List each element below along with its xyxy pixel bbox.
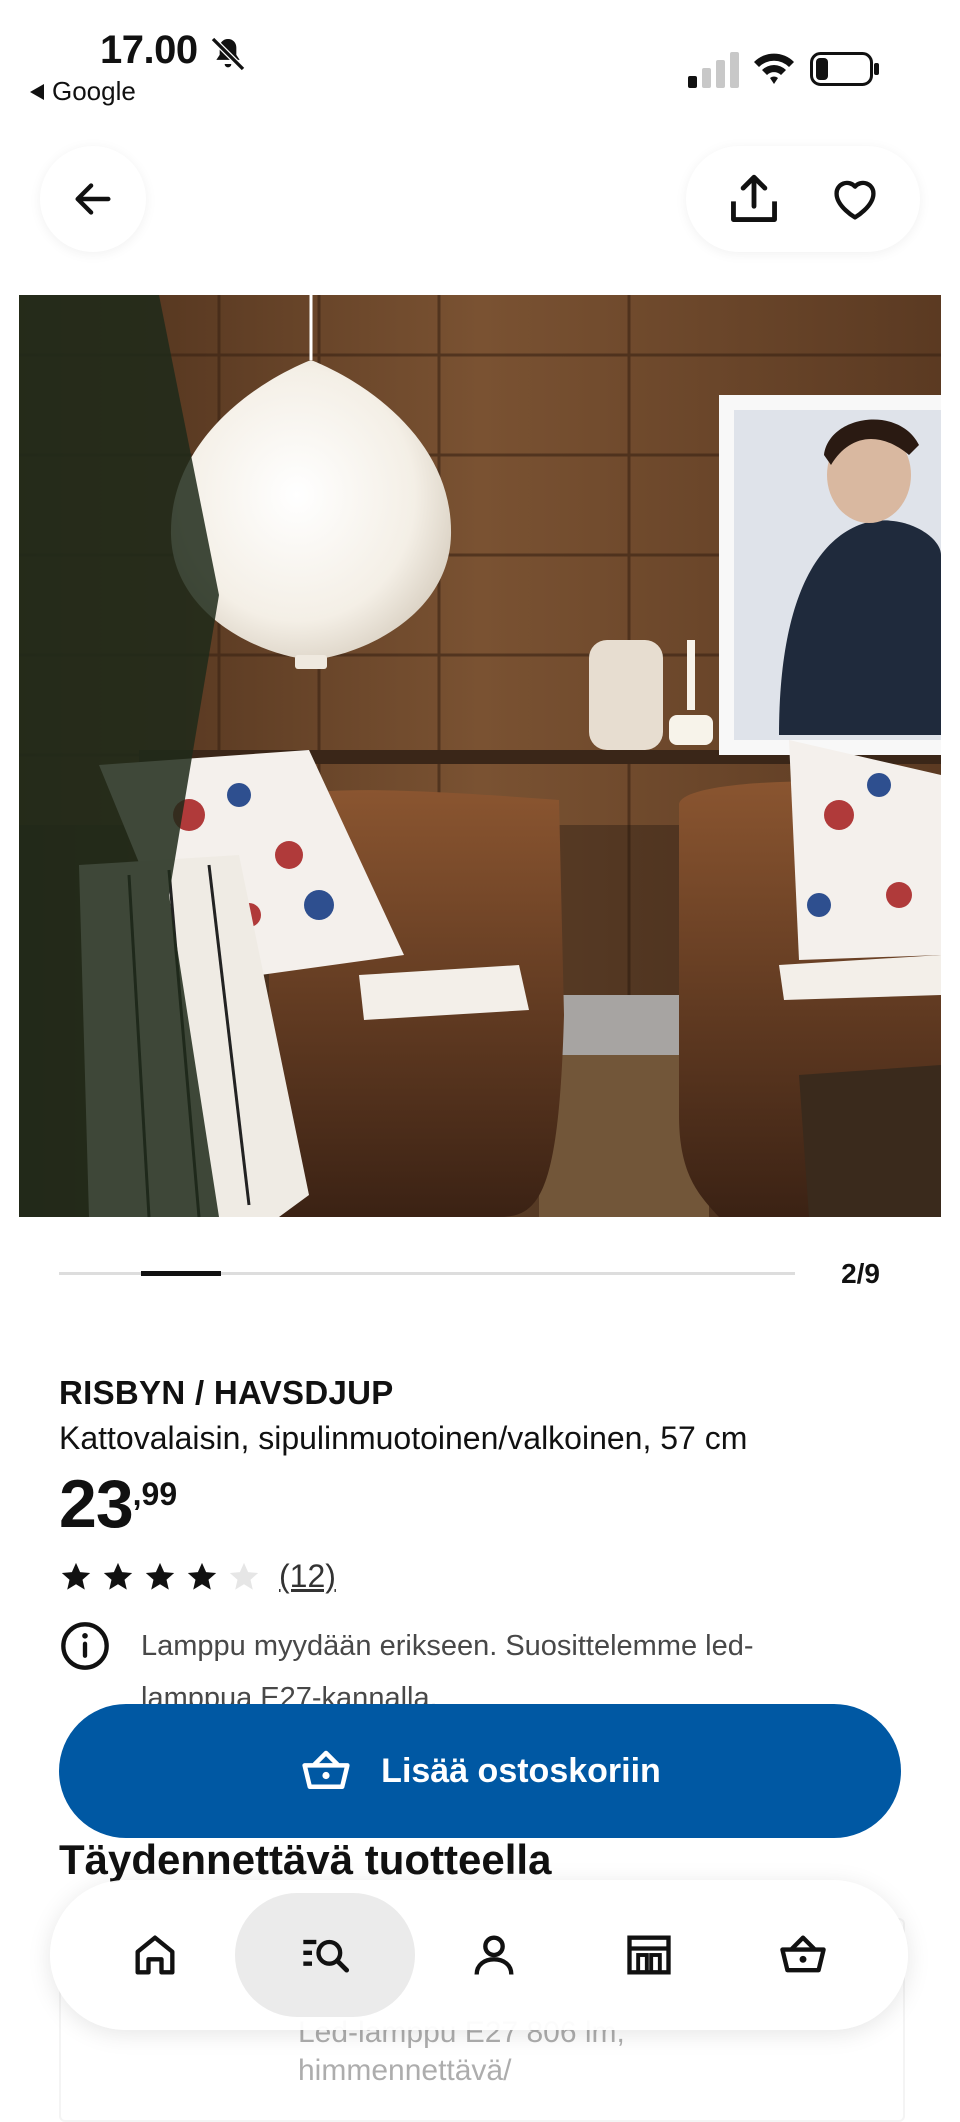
back-button[interactable]: [40, 146, 146, 252]
share-icon[interactable]: [725, 170, 783, 228]
info-icon: [61, 1622, 109, 1670]
nav-profile[interactable]: [419, 1893, 569, 2017]
carousel-position-indicator[interactable]: [141, 1271, 221, 1276]
top-actions-pill: [686, 146, 920, 252]
battery-icon: [810, 52, 879, 86]
bottom-navigation: [50, 1880, 908, 2030]
product-price: 23 ,99: [59, 1466, 177, 1542]
bell-slash-icon: [210, 36, 246, 72]
product-description: Kattovalaisin, sipulinmuotoinen/valkoine…: [59, 1420, 748, 1456]
add-to-cart-label: Lisää ostoskoriin: [381, 1751, 661, 1790]
back-to-google-link[interactable]: Google: [30, 76, 136, 107]
lamp-info-notice: Lamppu myydään erikseen. Suosittelemme l…: [59, 1620, 819, 1712]
star-icon-filled: [187, 1562, 217, 1590]
star-icon-filled: [103, 1562, 133, 1590]
nav-cart[interactable]: [728, 1893, 878, 2017]
back-triangle-icon: [30, 83, 44, 100]
arrow-left-icon: [75, 183, 111, 215]
star-icon-filled: [61, 1562, 91, 1590]
basket-icon: [780, 1935, 826, 1973]
complementary-section-title: Täydennettävä tuotteella: [59, 1836, 552, 1883]
home-icon: [135, 1935, 175, 1975]
review-count-link[interactable]: (12): [279, 1558, 336, 1595]
add-to-cart-button[interactable]: Lisää ostoskoriin: [59, 1704, 901, 1838]
basket-icon: [302, 1750, 350, 1789]
product-image[interactable]: [19, 295, 941, 1217]
star-icon-filled: [145, 1562, 175, 1590]
info-text: Lamppu myydään erikseen. Suosittelemme l…: [141, 1630, 754, 1712]
search-list-icon: [302, 1939, 349, 1973]
recommendation-subtitle: himmennettävä/: [298, 2054, 512, 2087]
wifi-icon: [754, 53, 794, 84]
price-decimals: ,99: [132, 1476, 178, 1512]
nav-home[interactable]: [80, 1893, 230, 2017]
price-main: 23: [59, 1466, 134, 1542]
back-app-label: Google: [52, 76, 136, 106]
product-rating[interactable]: (12): [59, 1558, 336, 1595]
heart-icon[interactable]: [829, 173, 881, 225]
status-time: 17.00: [100, 28, 198, 72]
store-icon: [626, 1935, 671, 1975]
product-photo-illustration: [19, 295, 941, 1217]
profile-icon: [474, 1935, 514, 1975]
signal-icon: [688, 52, 739, 88]
star-icon-empty: [229, 1562, 259, 1590]
nav-store[interactable]: [574, 1893, 724, 2017]
nav-search[interactable]: [234, 1893, 415, 2017]
carousel-counter: 2/9: [841, 1258, 880, 1289]
product-name: RISBYN / HAVSDJUP: [59, 1374, 394, 1411]
